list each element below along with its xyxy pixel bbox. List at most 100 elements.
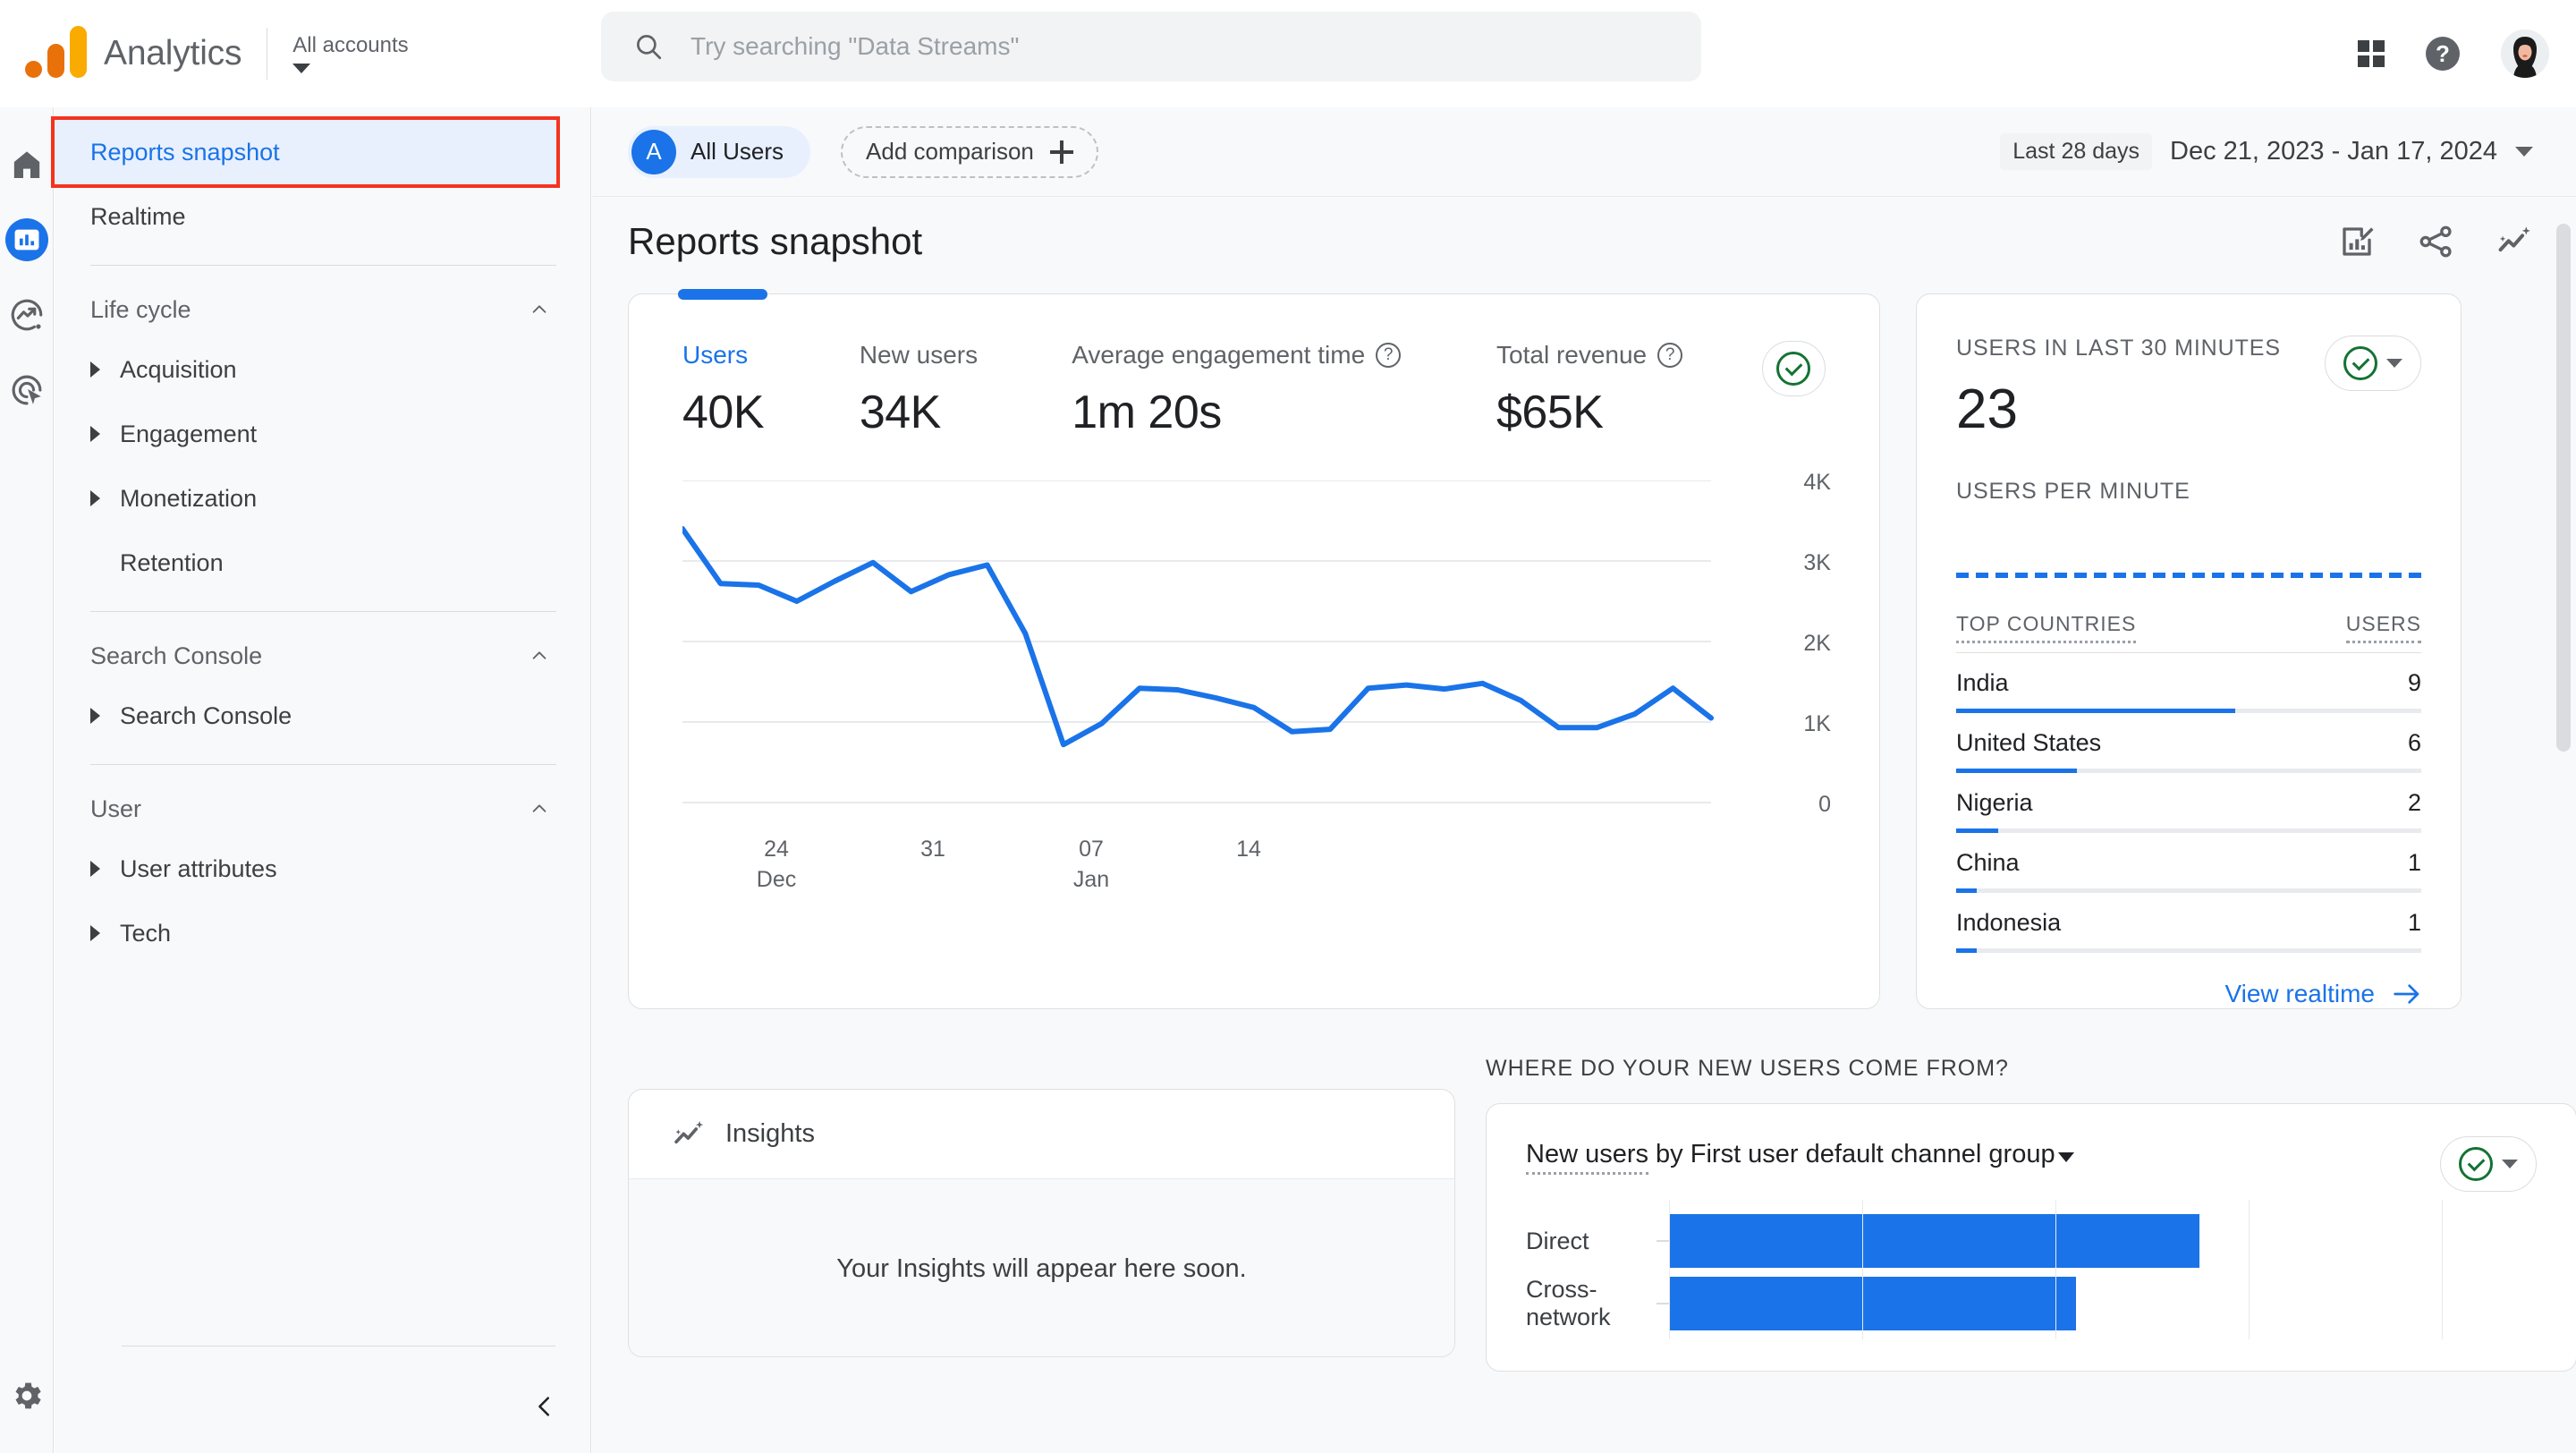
sidebar-group-life-cycle[interactable]: Life cycle <box>55 282 590 337</box>
search-input[interactable]: Try searching "Data Streams" <box>601 12 1701 81</box>
search-placeholder: Try searching "Data Streams" <box>691 32 1020 60</box>
sidebar-group-user[interactable]: User <box>55 781 590 837</box>
metric-value: 40K <box>682 387 765 438</box>
table-row[interactable]: China 1 <box>1956 833 2421 893</box>
sources-status-badge[interactable] <box>2440 1136 2537 1192</box>
avatar[interactable] <box>2501 30 2549 78</box>
metric-row: Users 40K New users 34K Average engageme… <box>682 341 1826 439</box>
chevron-down-icon <box>2386 359 2402 368</box>
chevron-down-icon[interactable] <box>2057 1152 2074 1162</box>
table-row[interactable]: Indonesia 1 <box>1956 893 2421 953</box>
metric-value: $65K <box>1496 387 1604 438</box>
country-users: 1 <box>2407 849 2421 876</box>
sidebar-divider-2 <box>90 611 556 612</box>
sidebar-item-label: User attributes <box>120 854 277 882</box>
chevron-down-icon <box>2502 1160 2518 1168</box>
bar-label: Direct <box>1526 1227 1589 1254</box>
bar-fill <box>1669 1277 2076 1330</box>
sidebar-item-home[interactable] <box>5 143 48 186</box>
metric-total-revenue[interactable]: Total revenue ? $65K <box>1496 341 1762 439</box>
table-row[interactable]: United States 6 <box>1956 713 2421 773</box>
realtime-status-badge[interactable] <box>2325 336 2421 391</box>
sidebar-item-reports-snapshot[interactable]: Reports snapshot <box>51 116 560 188</box>
sidebar-divider-1 <box>90 265 556 266</box>
y-tick-4k: 4K <box>1803 470 1831 495</box>
expand-arrow-icon <box>90 861 120 877</box>
expand-arrow-icon <box>90 490 120 506</box>
sidebar-item-admin[interactable] <box>5 1374 48 1417</box>
country-name: China <box>1956 849 2020 876</box>
x-tick-month-dec: Dec <box>756 867 797 892</box>
chevron-up-icon <box>532 305 547 313</box>
chevron-down-icon <box>2515 147 2533 157</box>
sidebar-item-explore[interactable] <box>5 293 48 336</box>
google-analytics-logo <box>25 25 87 81</box>
arrow-right-icon <box>2394 984 2419 1004</box>
account-picker[interactable]: All accounts <box>292 33 409 73</box>
insights-sparkle-icon[interactable] <box>2496 223 2533 260</box>
row-bar <box>1956 709 2421 713</box>
data-quality-status-badge[interactable] <box>1761 341 1826 396</box>
chart-title-dimension[interactable]: First user default channel group <box>1690 1140 2055 1169</box>
sidebar-item-advertising[interactable] <box>5 369 48 412</box>
segment-chip-all-users[interactable]: A All Users <box>628 125 811 178</box>
sidebar-item-label: Acquisition <box>120 355 237 383</box>
bar-row-cross-network[interactable]: Cross-network <box>1526 1276 2537 1330</box>
sidebar-divider-4 <box>122 1346 555 1347</box>
new-users-by-channel-card: New users by First user default channel … <box>1486 1103 2576 1372</box>
metric-avg-engagement-time[interactable]: Average engagement time ? 1m 20s <box>1072 341 1496 439</box>
table-row[interactable]: India 9 <box>1956 653 2421 713</box>
chevron-up-icon <box>532 804 547 812</box>
realtime-header: USERS IN LAST 30 MINUTES 23 <box>1956 336 2421 441</box>
check-circle-icon <box>2343 346 2377 380</box>
row-bar <box>1956 769 2421 773</box>
expand-arrow-icon <box>90 708 120 724</box>
sidebar-item-retention[interactable]: Retention <box>55 531 556 595</box>
customize-report-icon[interactable] <box>2338 223 2376 260</box>
country-users: 1 <box>2407 909 2421 936</box>
view-realtime-link[interactable]: View realtime <box>1956 980 2421 1008</box>
chart-title-metric[interactable]: New users <box>1526 1140 1648 1175</box>
metric-users[interactable]: Users 40K <box>682 341 860 439</box>
check-circle-icon <box>1776 352 1811 386</box>
expand-arrow-icon <box>90 361 120 378</box>
sidebar-item-realtime[interactable]: Realtime <box>55 184 556 249</box>
date-range-badge: Last 28 days <box>2000 133 2153 170</box>
users-line-chart[interactable]: 4K 3K 2K 1K 0 24 Dec 31 07 Jan 14 <box>682 470 1831 919</box>
bar-label: Cross-network <box>1526 1276 1611 1330</box>
sidebar-item-user-attributes[interactable]: User attributes <box>55 837 556 901</box>
share-icon[interactable] <box>2417 223 2454 260</box>
report-toolbar: A All Users Add comparison Last 28 days … <box>592 107 2576 197</box>
add-comparison-button[interactable]: Add comparison <box>841 125 1098 178</box>
table-row[interactable]: Nigeria 2 <box>1956 773 2421 833</box>
help-circle-icon[interactable]: ? <box>2426 37 2460 71</box>
sidebar-item-label: Tech <box>120 919 172 947</box>
collapse-sidebar-button[interactable] <box>527 1389 563 1424</box>
date-range-picker[interactable]: Last 28 days Dec 21, 2023 - Jan 17, 2024 <box>2000 133 2533 170</box>
metric-value: 34K <box>859 387 942 438</box>
help-icon[interactable]: ? <box>1376 343 1402 368</box>
bar-row-direct[interactable]: Direct <box>1526 1214 2537 1268</box>
help-icon[interactable]: ? <box>1657 343 1683 368</box>
users-per-minute-label: USERS PER MINUTE <box>1956 479 2190 504</box>
realtime-heading: USERS IN LAST 30 MINUTES <box>1956 336 2281 361</box>
chart-title[interactable]: New users by First user default channel … <box>1526 1140 2537 1175</box>
sidebar-item-search-console[interactable]: Search Console <box>55 684 556 748</box>
sidebar-group-search-console[interactable]: Search Console <box>55 628 590 684</box>
sidebar-item-label: Search Console <box>120 701 292 729</box>
sidebar-item-tech[interactable]: Tech <box>55 901 556 965</box>
sidebar-divider-3 <box>90 764 556 765</box>
new-users-bar-chart[interactable]: Direct Cross-network <box>1526 1200 2537 1339</box>
country-users: 2 <box>2407 789 2421 816</box>
sidebar-item-monetization[interactable]: Monetization <box>55 466 556 531</box>
sidebar-item-reports[interactable] <box>4 218 48 261</box>
metric-new-users[interactable]: New users 34K <box>860 341 1072 439</box>
sources-section-heading: WHERE DO YOUR NEW USERS COME FROM? <box>1486 1056 2009 1081</box>
account-picker-label: All accounts <box>292 33 409 57</box>
x-tick-day-24: 24 <box>764 837 789 862</box>
add-comparison-label: Add comparison <box>866 138 1034 165</box>
vertical-scrollbar[interactable] <box>2556 224 2571 752</box>
sidebar-item-acquisition[interactable]: Acquisition <box>55 337 556 402</box>
apps-grid-icon[interactable] <box>2358 40 2385 67</box>
sidebar-item-engagement[interactable]: Engagement <box>55 402 556 466</box>
